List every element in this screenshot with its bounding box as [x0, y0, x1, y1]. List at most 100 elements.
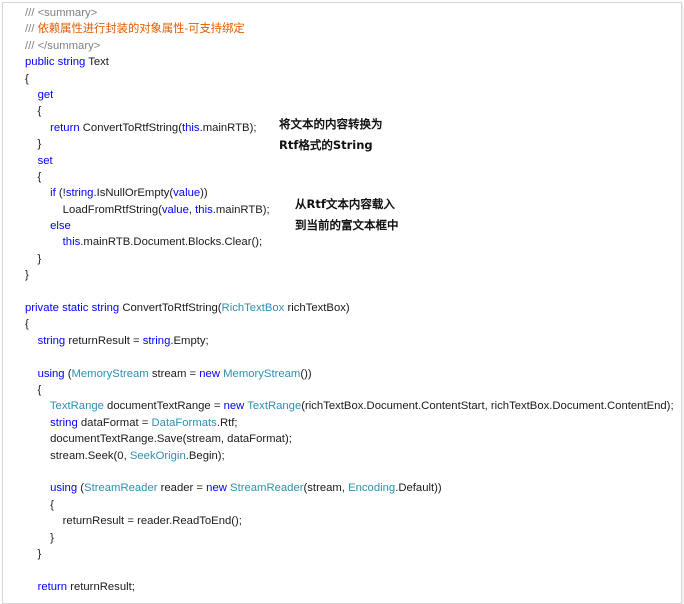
code-line: public string Text: [25, 54, 674, 70]
code-token: LoadFromRtfString(: [25, 203, 162, 216]
code-line: }: [25, 267, 674, 283]
code-line: }: [25, 251, 674, 267]
code-token: }: [25, 252, 42, 265]
code-line: private static string ConvertToRtfString…: [25, 300, 674, 316]
code-token: .Empty;: [170, 334, 209, 347]
code-token: ()): [300, 367, 312, 380]
code-token: {: [25, 383, 42, 396]
code-token: }: [25, 138, 42, 151]
code-line: stream.Seek(0, SeekOrigin.Begin);: [25, 448, 674, 464]
code-line: /// </summary>: [25, 38, 674, 54]
code-token: documentTextRange =: [103, 400, 224, 413]
code-token: RichTextBox: [221, 302, 285, 315]
code-line: {: [25, 316, 674, 332]
code-token: {: [25, 170, 42, 183]
code-line: return returnResult;: [25, 579, 674, 595]
code-token: (stream,: [303, 482, 349, 495]
code-token: string: [142, 334, 171, 347]
code-line: }: [25, 530, 674, 546]
code-line: {: [25, 169, 674, 185]
code-token: )): [200, 187, 208, 200]
code-token: MemoryStream: [223, 367, 301, 380]
code-token: using: [37, 367, 65, 380]
code-token: return: [50, 121, 80, 134]
code-line: this.mainRTB.Document.Blocks.Clear();: [25, 234, 674, 250]
code-line: /// 依赖属性进行封装的对象属性-可支持绑定: [25, 21, 674, 37]
annotation-line: 从Rtf文本内容载入: [295, 197, 395, 211]
code-token: else: [50, 220, 71, 233]
code-line: string returnResult = string.Empty;: [25, 333, 674, 349]
code-token: documentTextRange.Save(stream, dataForma…: [25, 433, 292, 446]
code-token: new: [199, 367, 220, 380]
annotation-line: 将文本的内容转换为: [279, 117, 383, 131]
code-token: ConvertToRtfString(: [119, 302, 222, 315]
code-line: documentTextRange.Save(stream, dataForma…: [25, 431, 674, 447]
code-token: string: [91, 302, 120, 315]
code-token: stream.Seek(0,: [25, 449, 130, 462]
code-line: }: [25, 546, 674, 562]
code-screenshot-frame: /// <summary>/// 依赖属性进行封装的对象属性-可支持绑定/// …: [2, 2, 682, 604]
code-token: returnResult =: [65, 334, 143, 347]
code-token: public: [25, 56, 55, 69]
code-line: get: [25, 87, 674, 103]
code-token: Encoding: [348, 482, 396, 495]
code-token: .mainRTB);: [199, 121, 257, 134]
code-token: private: [25, 302, 59, 315]
code-token: .mainRTB.Document.Blocks.Clear();: [80, 236, 263, 249]
code-token: .Default)): [395, 482, 442, 495]
code-line: string dataFormat = DataFormats.Rtf;: [25, 415, 674, 431]
code-line: {: [25, 497, 674, 513]
code-token: DataFormats: [151, 416, 217, 429]
code-token: using: [50, 482, 78, 495]
code-token: .IsNullOrEmpty(: [93, 187, 174, 200]
code-token: <summary>: [37, 7, 98, 19]
code-line: returnResult = reader.ReadToEnd();: [25, 513, 674, 529]
code-token: reader =: [157, 482, 207, 495]
code-line: TextRange documentTextRange = new TextRa…: [25, 398, 674, 414]
code-token: this: [62, 236, 81, 249]
code-token: new: [223, 400, 245, 413]
code-line: /// <summary>: [25, 5, 674, 21]
code-token: (richTextBox.Document.ContentStart, rich…: [301, 400, 674, 413]
code-token: StreamReader: [230, 482, 304, 495]
code-token: {: [25, 105, 42, 118]
code-token: }: [25, 531, 54, 544]
code-token: Text: [85, 56, 109, 69]
code-token: (!: [55, 187, 66, 200]
code-token: dataFormat =: [77, 416, 152, 429]
code-token: MemoryStream: [71, 367, 149, 380]
code-line: {: [25, 71, 674, 87]
code-token: {: [25, 498, 54, 511]
code-token: returnResult = reader.ReadToEnd();: [25, 515, 242, 528]
code-token: ///: [25, 23, 38, 36]
code-token: TextRange: [49, 400, 104, 413]
code-token: value: [161, 203, 189, 216]
code-token: string: [57, 56, 86, 69]
code-token: return: [37, 580, 68, 593]
code-token: string: [50, 416, 78, 429]
annotation-line: Rtf格式的String: [279, 138, 373, 152]
code-line: using (StreamReader reader = new StreamR…: [25, 480, 674, 496]
code-token: .mainRTB);: [212, 203, 270, 216]
annotation-load-from-rtf: 从Rtf文本内容载入 到当前的富文本框中: [295, 194, 399, 236]
code-token: string: [65, 187, 94, 200]
code-token: new: [206, 482, 227, 495]
code-line: {: [25, 382, 674, 398]
code-token: .Rtf;: [216, 416, 238, 429]
code-token: </summary>: [37, 39, 101, 52]
code-token: value: [173, 187, 201, 200]
